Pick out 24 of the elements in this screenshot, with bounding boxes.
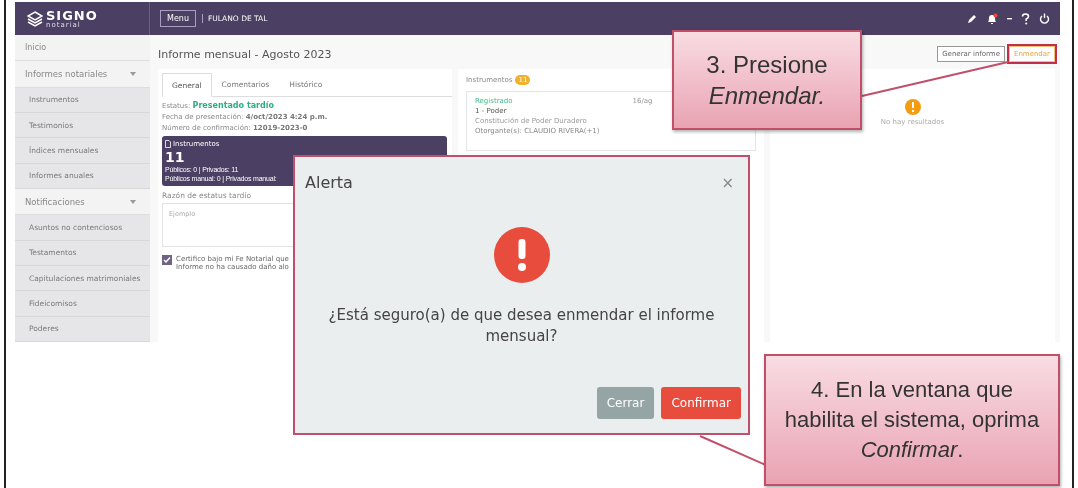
alert-icon	[493, 227, 550, 283]
callout-tooltip: 3. Presione Enmendar.	[672, 30, 862, 130]
page-title: Informe mensual - Agosto 2023	[158, 47, 332, 61]
close-button[interactable]: ×	[717, 173, 738, 192]
sidebar-item[interactable]: Informes notariales	[15, 61, 150, 88]
confirm-button[interactable]: Confirmar	[661, 387, 741, 419]
sidebar-item[interactable]: Inicio	[15, 35, 150, 62]
warning-icon	[904, 99, 921, 115]
cancel-button[interactable]: Cerrar	[596, 387, 655, 419]
status-value: Presentado tardío	[192, 101, 274, 110]
stack-logo-icon	[27, 10, 43, 27]
power-icon[interactable]	[1039, 13, 1050, 24]
callout-tooltip: 4. En la ventana que habilita el sistema, oprima Confirmar.	[764, 354, 1060, 486]
dialog-title: Alerta	[305, 173, 353, 192]
sidebar-item[interactable]: Notificaciones	[15, 189, 150, 216]
pen-icon[interactable]	[967, 13, 977, 24]
bell-icon[interactable]	[986, 12, 998, 25]
checkbox[interactable]	[162, 255, 172, 265]
card-count: 11	[165, 150, 186, 164]
menu-button[interactable]: Menu	[160, 10, 196, 27]
dialog-message: ¿Está seguro(a) de que desea enmendar el informe mensual?	[327, 305, 716, 347]
help-icon[interactable]	[1021, 12, 1030, 25]
document-icon	[165, 140, 171, 148]
logo-name: SIGNO	[46, 8, 98, 22]
